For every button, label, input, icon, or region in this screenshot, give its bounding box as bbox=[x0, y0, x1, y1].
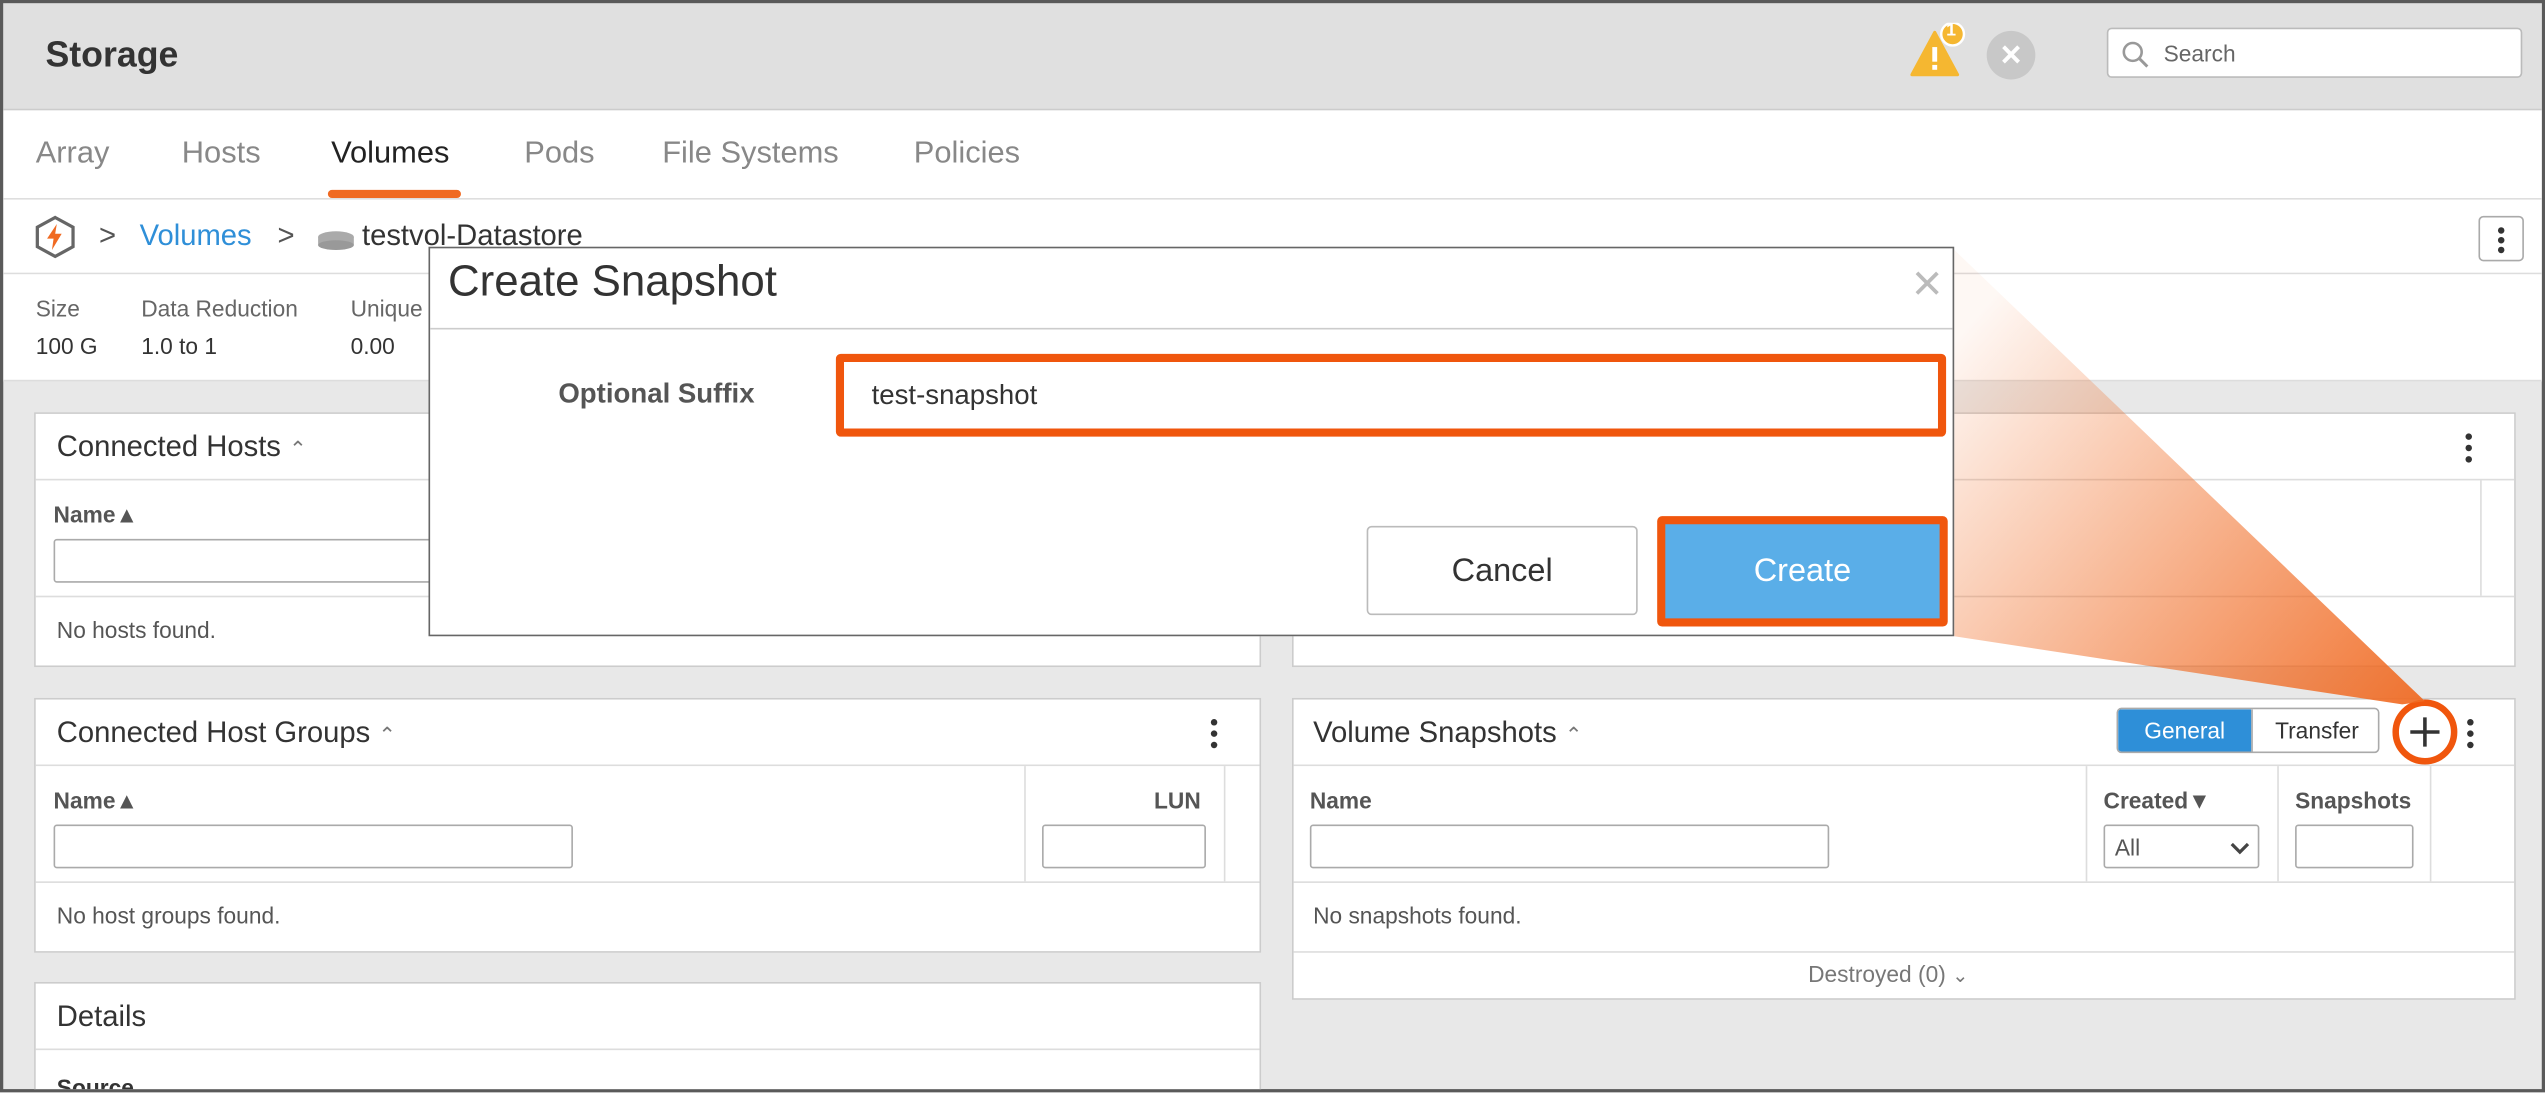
dialog-title: Create Snapshot bbox=[447, 256, 777, 306]
optional-suffix-input[interactable] bbox=[852, 370, 1930, 421]
suffix-input-highlight bbox=[835, 353, 1947, 437]
create-button[interactable]: Create bbox=[1665, 524, 1939, 618]
storage-page: Storage 1 × Search Array Hosts Volumes P… bbox=[0, 0, 2545, 1093]
optional-suffix-label: Optional Suffix bbox=[558, 378, 755, 410]
cancel-button[interactable]: Cancel bbox=[1366, 525, 1638, 616]
create-button-highlight: Create bbox=[1657, 516, 1948, 627]
close-icon[interactable]: × bbox=[1912, 256, 1942, 308]
divider bbox=[430, 327, 1953, 330]
